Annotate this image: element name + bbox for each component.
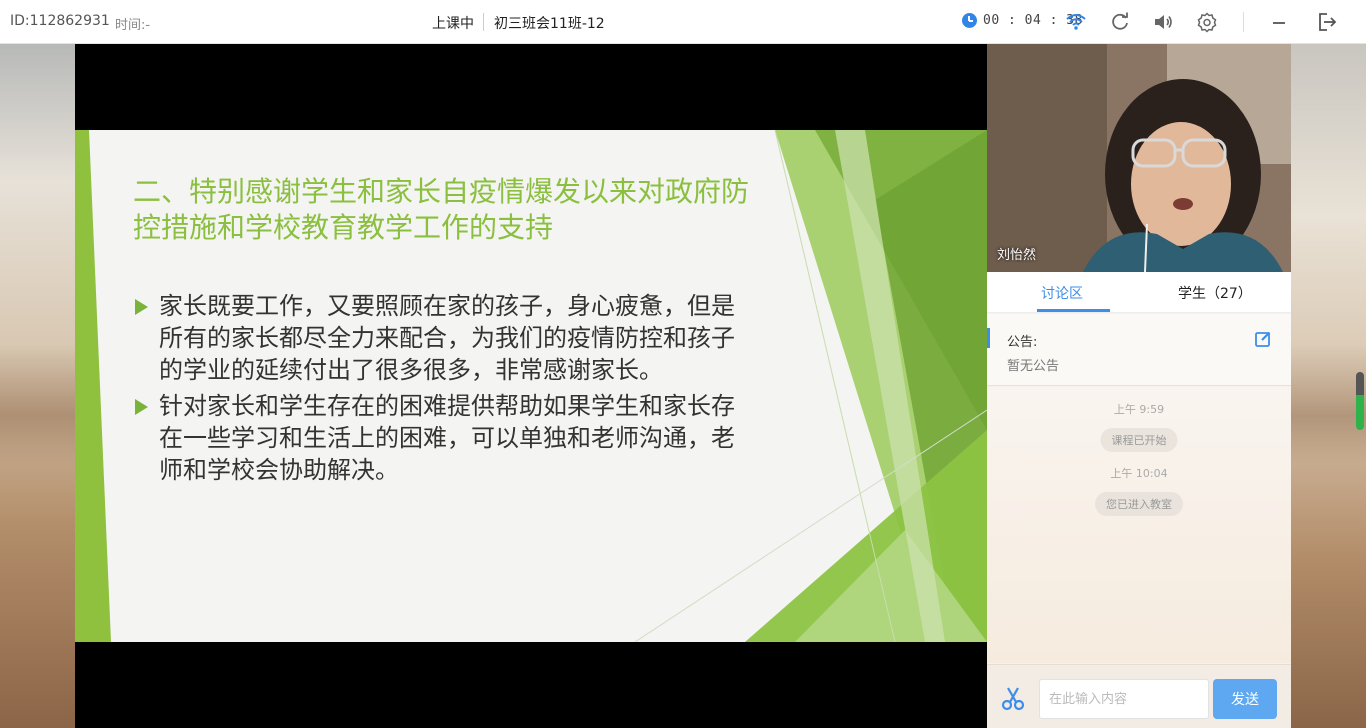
active-tab-indicator [1037,309,1110,312]
tab-students[interactable]: 学生（27） [1178,283,1252,303]
message-time: 上午 10:04 [1110,467,1168,480]
chat-messages: 上午 9:59 课程已开始 上午 10:04 您已进入教室 [987,387,1291,663]
wifi-icon[interactable] [1065,11,1087,33]
system-message: 您已进入教室 [1095,492,1183,516]
clock-icon [962,13,977,28]
message-time: 上午 9:59 [1113,403,1165,416]
bullet-text: 家长既要工作，又要照顾在家的孩子，身心疲惫，但是所有的家长都尽全力来配合，为我们… [159,292,735,384]
scissors-icon[interactable] [999,684,1027,712]
announcement-title: 公告: [1007,335,1038,350]
settings-icon[interactable] [1196,11,1218,33]
presentation-slide: 二、特别感谢学生和家长自疫情爆发以来对政府防控措施和学校教育教学工作的支持 家长… [75,130,987,642]
teacher-name-label: 刘怡然 [997,248,1037,263]
system-message: 课程已开始 [1100,428,1178,452]
time-label: 时间:- [115,18,151,33]
slide-bullet: 家长既要工作，又要照顾在家的孩子，身心疲惫，但是所有的家长都尽全力来配合，为我们… [133,290,753,386]
divider [483,13,484,31]
teacher-camera[interactable]: 刘怡然 [987,44,1291,272]
bullet-triangle-icon [135,399,148,415]
chat-message-input[interactable] [1039,679,1209,719]
announcement-box: 公告: 暂无公告 [987,314,1291,386]
volume-icon[interactable] [1152,11,1174,33]
edit-icon[interactable] [1254,330,1272,348]
slide-title: 二、特别感谢学生和家长自疫情爆发以来对政府防控措施和学校教育教学工作的支持 [133,175,750,244]
slide-bullet-list: 家长既要工作，又要照顾在家的孩子，身心疲惫，但是所有的家长都尽全力来配合，为我们… [133,290,753,490]
volume-level-indicator [1356,372,1364,430]
chat-input-area: 发送 [987,664,1291,728]
exit-icon[interactable] [1316,11,1338,33]
divider [1243,12,1244,32]
bullet-text: 针对家长和学生存在的困难提供帮助如果学生和家长存在一些学习和生活上的困难，可以单… [159,392,735,484]
refresh-icon[interactable] [1109,11,1131,33]
top-bar: ID:112862931 时间:- 上课中 初三班会11班-12 00 : 04… [0,0,1366,44]
background-left [0,44,75,728]
minimize-icon[interactable] [1268,11,1290,33]
class-status: 上课中 [432,16,474,32]
bullet-triangle-icon [135,299,148,315]
class-name: 初三班会11班-12 [494,16,605,32]
slide-bullet: 针对家长和学生存在的困难提供帮助如果学生和家长存在一些学习和生活上的困难，可以单… [133,390,753,486]
send-button[interactable]: 发送 [1213,679,1277,719]
announcement-accent-bar [987,328,990,348]
side-panel: 刘怡然 讨论区 学生（27） 公告: 暂无公告 上午 9:59 课程已开始 上午… [987,44,1291,728]
panel-tabs: 讨论区 学生（27） [987,272,1291,313]
tab-discussion[interactable]: 讨论区 [1041,283,1083,303]
room-id: ID:112862931 [10,13,110,29]
main-video-stage: 二、特别感谢学生和家长自疫情爆发以来对政府防控措施和学校教育教学工作的支持 家长… [75,44,987,728]
announcement-body: 暂无公告 [1007,359,1060,374]
teacher-video-frame [987,44,1291,272]
background-right [1291,44,1366,728]
